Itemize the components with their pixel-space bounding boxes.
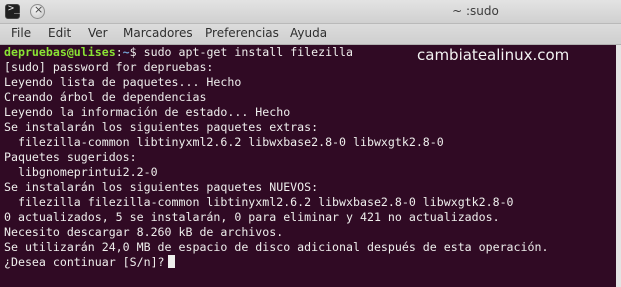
output-line: filezilla-common libtinyxml2.6.2 libwxba…: [4, 135, 444, 149]
menu-ver[interactable]: Ver: [88, 26, 108, 40]
prompt-symbol: $: [129, 45, 137, 59]
command-text: sudo apt-get install filezilla: [136, 45, 354, 59]
menu-edit[interactable]: Edit: [48, 26, 71, 40]
output-line: Se utilizarán 24,0 MB de espacio de disc…: [4, 240, 549, 254]
output-line: Se instalarán los siguientes paquetes NU…: [4, 180, 319, 194]
scrollbar[interactable]: [616, 45, 621, 287]
output-line: filezilla filezilla-common libtinyxml2.6…: [4, 195, 514, 209]
output-line: Se instalarán los siguientes paquetes ex…: [4, 120, 319, 134]
output-line: Paquetes sugeridos:: [4, 150, 137, 164]
prompt-separator: :: [115, 45, 123, 59]
output-line: libgnomeprintui2.2-0: [4, 165, 158, 179]
prompt-user: depruebas@ulises: [4, 45, 116, 59]
menu-marcadores[interactable]: Marcadores: [123, 26, 193, 40]
menu-bar: File Edit Ver Marcadores Preferencias Ay…: [0, 24, 621, 45]
menu-preferencias[interactable]: Preferencias: [205, 26, 279, 40]
terminal-window: >_ × ~ :sudo File Edit Ver Marcadores Pr…: [0, 0, 621, 287]
menu-file[interactable]: File: [11, 26, 31, 40]
output-line: 0 actualizados, 5 se instalarán, 0 para …: [4, 210, 500, 224]
terminal-output[interactable]: depruebas@ulises:~$ sudo apt-get install…: [4, 45, 614, 283]
output-line: Leyendo la información de estado... Hech…: [4, 105, 291, 119]
watermark: cambiatealinux.com: [417, 46, 570, 64]
title-bar[interactable]: >_ × ~ :sudo: [0, 0, 621, 24]
menu-ayuda[interactable]: Ayuda: [290, 26, 327, 40]
output-line: Leyendo lista de paquetes... Hecho: [4, 75, 242, 89]
prompt-path: ~: [122, 45, 130, 59]
output-line: Necesito descargar 8.260 kB de archivos.: [4, 225, 284, 239]
window-title: ~ :sudo: [452, 4, 499, 18]
text-cursor: [167, 255, 175, 268]
confirm-prompt: ¿Desea continuar [S/n]?: [4, 255, 165, 269]
output-line: Creando árbol de dependencias: [4, 90, 207, 104]
confirm-prompt-line: ¿Desea continuar [S/n]?: [4, 255, 614, 270]
